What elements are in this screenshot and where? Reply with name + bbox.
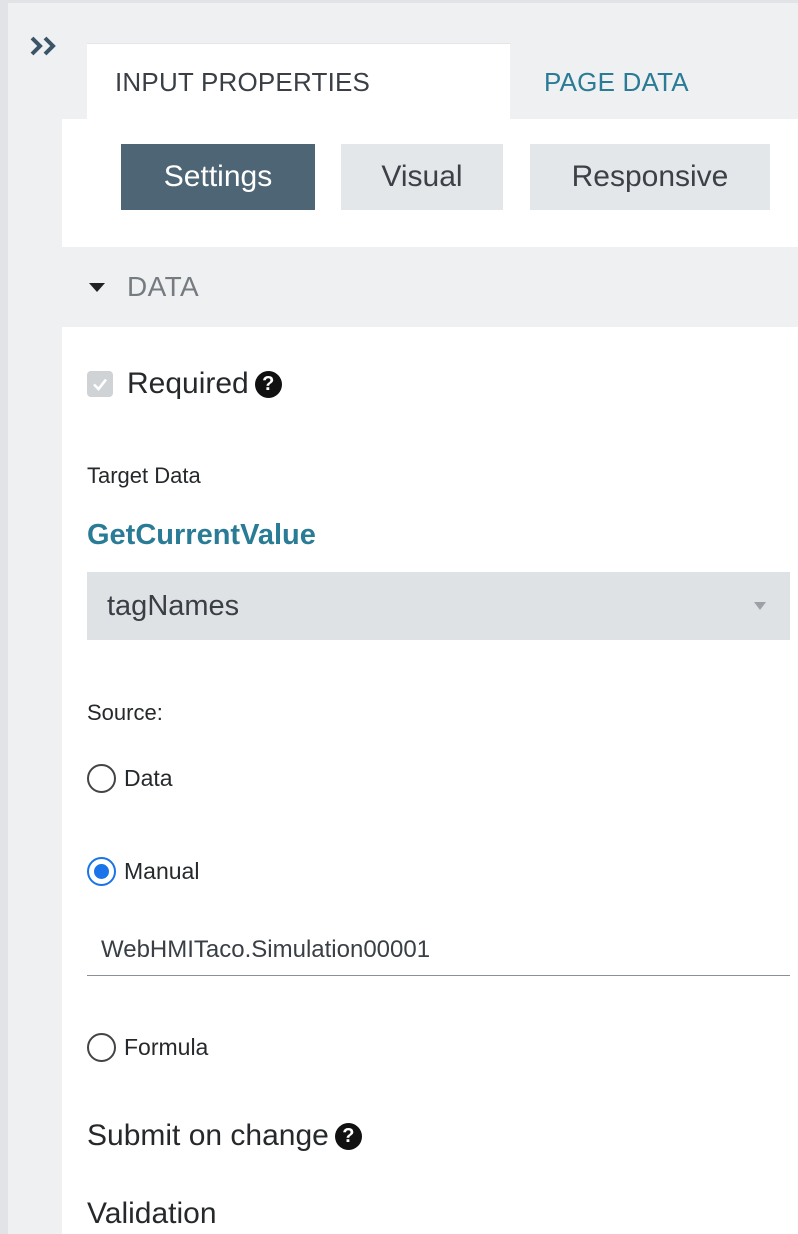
tab-page-data[interactable]: PAGE DATA <box>514 43 798 121</box>
section-header-data[interactable]: DATA <box>62 247 798 327</box>
validation-title[interactable]: Validation <box>87 1197 217 1231</box>
submit-on-change-label: Submit on change <box>87 1119 329 1152</box>
segment-settings-button[interactable]: Settings <box>121 144 315 210</box>
submit-on-change-row: Submit on change ? <box>87 1119 362 1153</box>
tab-input-properties[interactable]: INPUT PROPERTIES <box>87 43 510 121</box>
radio-label-formula: Formula <box>124 1034 209 1060</box>
source-label: Source: <box>87 700 163 725</box>
section-title: DATA <box>127 271 200 302</box>
radio-manual[interactable] <box>87 857 116 886</box>
question-circle-icon[interactable]: ? <box>254 370 282 398</box>
source-option-data[interactable]: Data <box>87 764 173 793</box>
radio-formula[interactable] <box>87 1033 116 1062</box>
caret-down-icon <box>89 282 105 292</box>
select-value: tagNames <box>107 589 240 622</box>
target-data-label: Target Data <box>87 463 201 488</box>
target-data-link[interactable]: GetCurrentValue <box>87 519 316 552</box>
radio-data[interactable] <box>87 764 116 793</box>
question-circle-icon[interactable]: ? <box>334 1122 362 1150</box>
source-option-formula[interactable]: Formula <box>87 1033 208 1062</box>
manual-value-input[interactable] <box>87 924 790 976</box>
radio-label-manual: Manual <box>124 858 200 884</box>
segment-responsive-button[interactable]: Responsive <box>530 144 770 210</box>
properties-panel: Settings Visual Responsive DATA Required… <box>62 119 798 1234</box>
double-chevron-right-icon[interactable] <box>30 36 64 56</box>
required-checkbox[interactable] <box>87 371 113 397</box>
collapsed-rail <box>8 3 62 1234</box>
radio-label-data: Data <box>124 765 173 791</box>
source-option-manual[interactable]: Manual <box>87 857 199 886</box>
dropdown-arrow-icon <box>754 602 766 610</box>
required-label: Required <box>127 367 249 400</box>
target-data-select[interactable]: tagNames <box>87 572 790 640</box>
check-icon <box>93 378 108 391</box>
tab-bar: INPUT PROPERTIES PAGE DATA <box>62 3 798 121</box>
required-row: Required ? <box>87 367 282 401</box>
segment-visual-button[interactable]: Visual <box>341 144 503 210</box>
